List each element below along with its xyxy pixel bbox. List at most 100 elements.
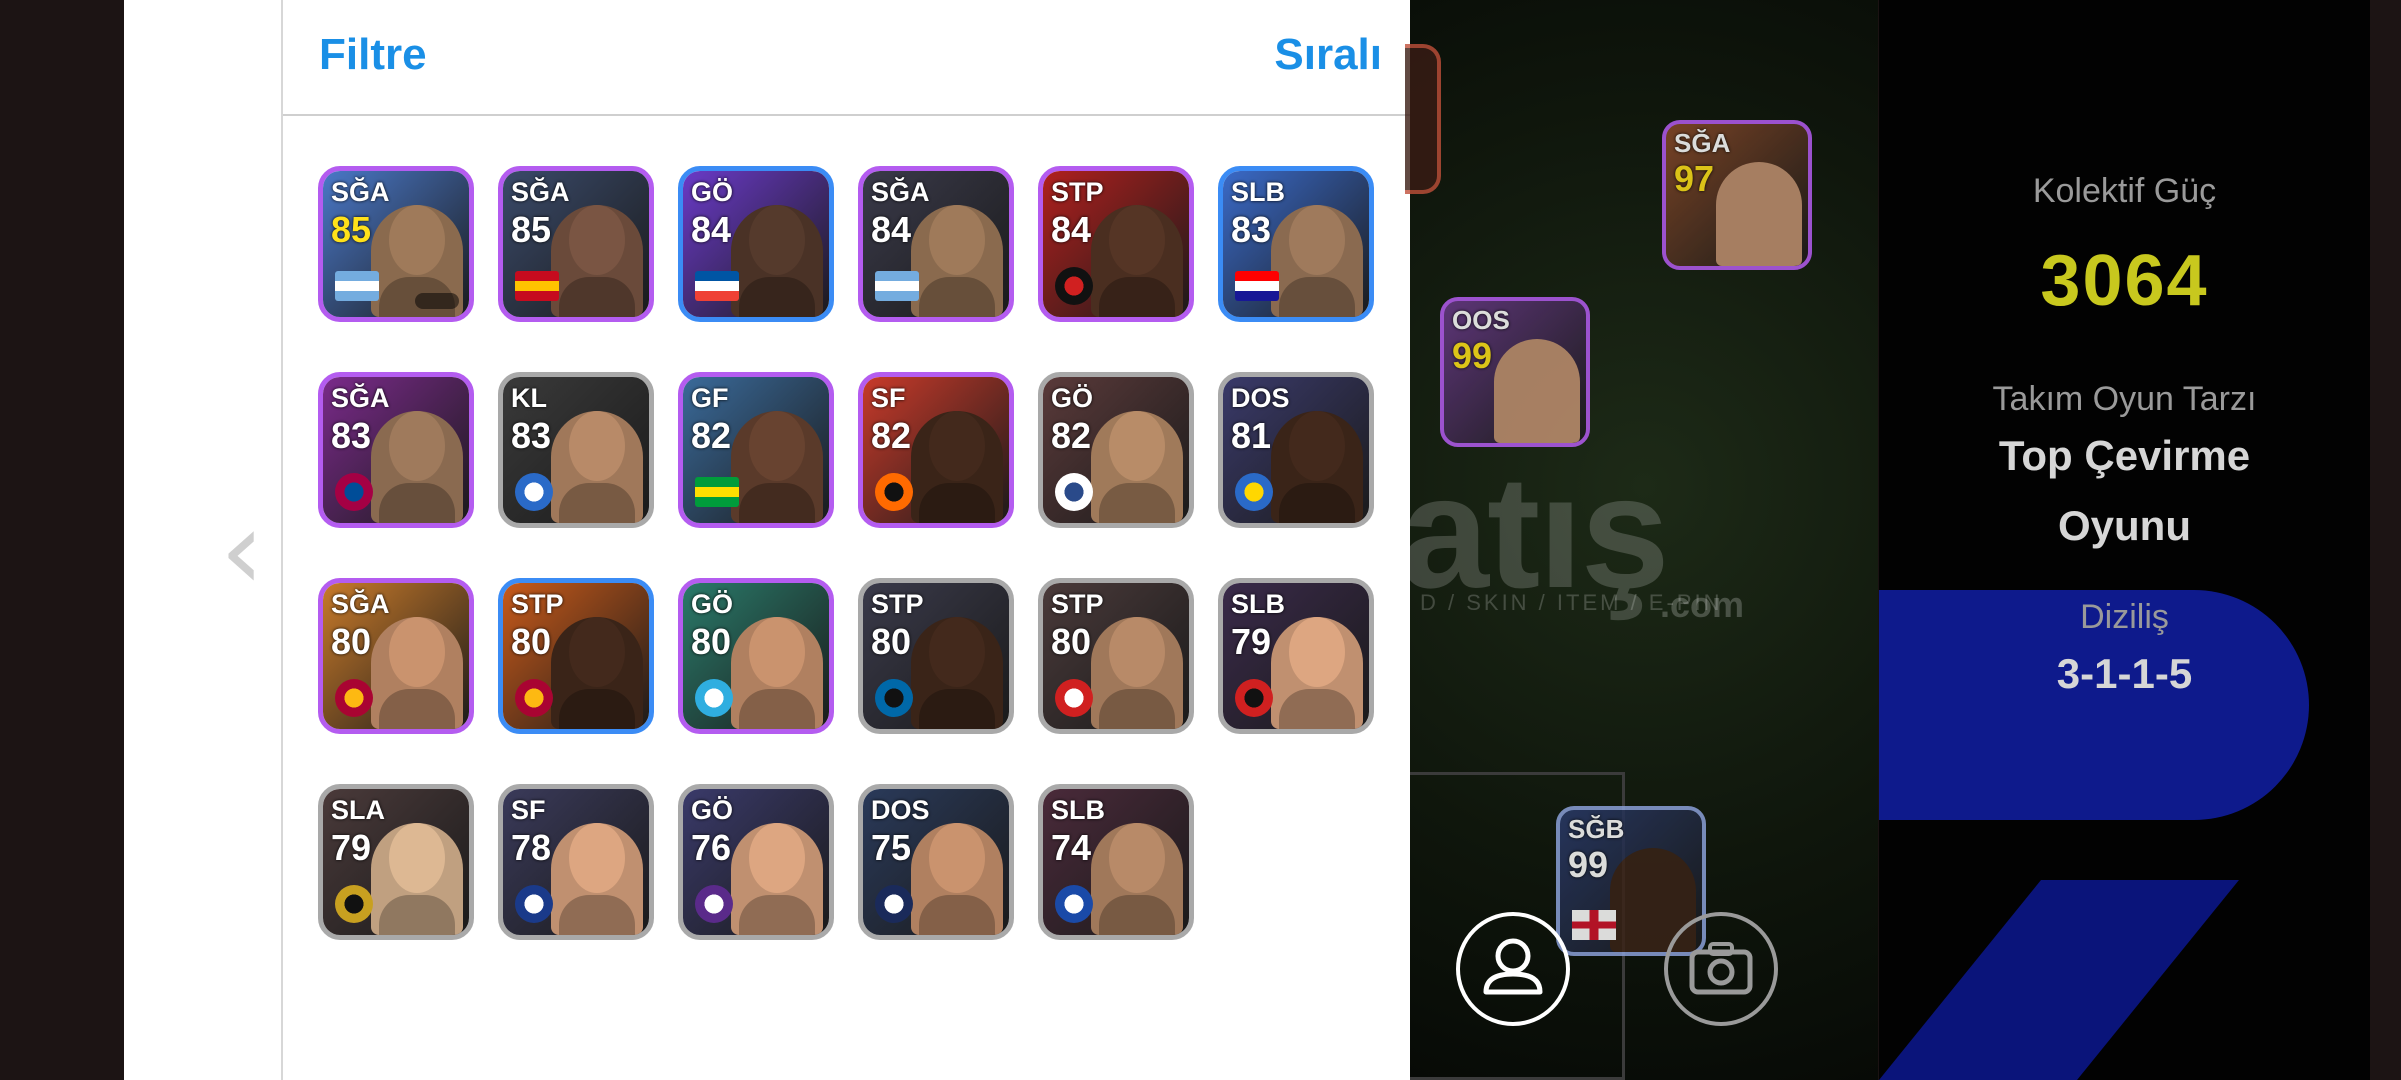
player-face-icon: [731, 205, 823, 317]
player-position: KL: [511, 383, 547, 413]
club-badge-icon: [875, 885, 913, 923]
player-card[interactable]: SĞA 84: [858, 166, 1014, 322]
player-rating: 80: [511, 621, 552, 662]
player-position: DOS: [1231, 383, 1290, 413]
player-rating: 84: [871, 209, 912, 250]
player-card[interactable]: STP 80: [1038, 578, 1194, 734]
player-position: GÖ: [691, 795, 734, 825]
player-rating: 76: [691, 827, 732, 868]
pitch-player-card[interactable]: OOS 99: [1440, 297, 1590, 447]
player-card[interactable]: GÖ 84: [678, 166, 834, 322]
player-card[interactable]: DOS 75: [858, 784, 1014, 940]
nation-flag-icon: [1235, 271, 1279, 301]
camera-button[interactable]: [1664, 912, 1778, 1026]
player-card[interactable]: GÖ 82: [1038, 372, 1194, 528]
player-position: SLB: [1051, 795, 1105, 825]
player-face-icon: [551, 823, 643, 935]
player-rating: 80: [871, 621, 912, 662]
player-rating: 82: [691, 415, 732, 456]
player-face-icon: [371, 411, 463, 523]
player-position: SLB: [1231, 589, 1285, 619]
player-card[interactable]: SĞA 85: [318, 166, 474, 322]
player-card[interactable]: KL 83: [498, 372, 654, 528]
left-frame: [0, 0, 124, 1080]
player-face-icon: [731, 823, 823, 935]
player-card[interactable]: GF 82: [678, 372, 834, 528]
player-position: STP: [1051, 177, 1104, 207]
player-face-icon: [1271, 411, 1363, 523]
player-face-icon: [371, 823, 463, 935]
player-rating: 80: [691, 621, 732, 662]
player-card[interactable]: SLA 79: [318, 784, 474, 940]
player-position: SLB: [1231, 177, 1285, 207]
player-position: OOS: [1452, 305, 1510, 335]
filter-button[interactable]: Filtre: [319, 30, 427, 80]
player-face-icon: [1091, 823, 1183, 935]
player-face-icon: [911, 411, 1003, 523]
panel-header: Filtre Sıralı: [283, 0, 1410, 116]
back-arrow-icon[interactable]: ‹: [220, 495, 270, 605]
player-card[interactable]: SLB 74: [1038, 784, 1194, 940]
pitch-player-card[interactable]: SĞA 97: [1662, 120, 1812, 270]
player-rating: 80: [1051, 621, 1092, 662]
formation-label: Diziliş: [2080, 598, 2169, 636]
player-rating: 85: [511, 209, 552, 250]
player-card[interactable]: SĞA 80: [318, 578, 474, 734]
player-card[interactable]: SLB 79: [1218, 578, 1374, 734]
player-rating: 75: [871, 827, 912, 868]
sort-button[interactable]: Sıralı: [1274, 30, 1382, 80]
player-card[interactable]: STP 80: [498, 578, 654, 734]
player-rating: 84: [691, 209, 732, 250]
player-rating: 99: [1452, 335, 1493, 376]
player-position: SF: [511, 795, 546, 825]
club-badge-icon: [1055, 473, 1093, 511]
player-card[interactable]: SF 82: [858, 372, 1014, 528]
player-position: STP: [511, 589, 564, 619]
nation-flag-icon: [695, 477, 739, 507]
player-position: GF: [691, 383, 729, 413]
player-position: DOS: [871, 795, 930, 825]
player-position: SĞA: [871, 177, 930, 207]
player-card[interactable]: SLB 83: [1218, 166, 1374, 322]
player-card[interactable]: SĞA 85: [498, 166, 654, 322]
play-style-label: Takım Oyun Tarzı: [1992, 380, 2257, 418]
player-position: GÖ: [691, 589, 734, 619]
player-rating: 80: [331, 621, 372, 662]
player-position: SĞA: [1674, 128, 1731, 158]
player-position: GÖ: [1051, 383, 1094, 413]
player-card[interactable]: STP 84: [1038, 166, 1194, 322]
club-badge-icon: [1235, 473, 1273, 511]
player-position: SĞA: [331, 177, 390, 207]
club-badge-icon: [695, 885, 733, 923]
club-badge-icon: [515, 679, 553, 717]
player-card[interactable]: SĞA 83: [318, 372, 474, 528]
player-card[interactable]: GÖ 80: [678, 578, 834, 734]
player-rating: 74: [1051, 827, 1092, 868]
pitch-player-card-partial[interactable]: [1405, 44, 1441, 194]
right-frame: [2370, 0, 2401, 1080]
play-style-value-line2: Oyunu: [2058, 502, 2191, 549]
decorative-shape: [1879, 880, 2239, 1080]
user-icon: [1483, 938, 1543, 995]
player-rating: 85: [331, 209, 372, 250]
player-position: SĞA: [331, 383, 390, 413]
player-position: SF: [871, 383, 906, 413]
club-badge-icon: [335, 885, 373, 923]
player-card[interactable]: DOS 81: [1218, 372, 1374, 528]
club-badge-icon: [515, 473, 553, 511]
club-badge-icon: [1055, 679, 1093, 717]
player-face-icon: [1271, 205, 1363, 317]
watermark-domain: .com: [1660, 584, 1745, 625]
player-card[interactable]: STP 80: [858, 578, 1014, 734]
player-face-icon: [551, 411, 643, 523]
club-badge-icon: [875, 679, 913, 717]
player-face-icon: [371, 617, 463, 729]
player-rating: 79: [331, 827, 372, 868]
nation-flag-icon: [695, 271, 739, 301]
profile-button[interactable]: [1456, 912, 1570, 1026]
player-card[interactable]: SF 78: [498, 784, 654, 940]
player-card[interactable]: GÖ 76: [678, 784, 834, 940]
player-face-icon: [1091, 617, 1183, 729]
player-position: SĞA: [511, 177, 570, 207]
player-face-icon: [1271, 617, 1363, 729]
